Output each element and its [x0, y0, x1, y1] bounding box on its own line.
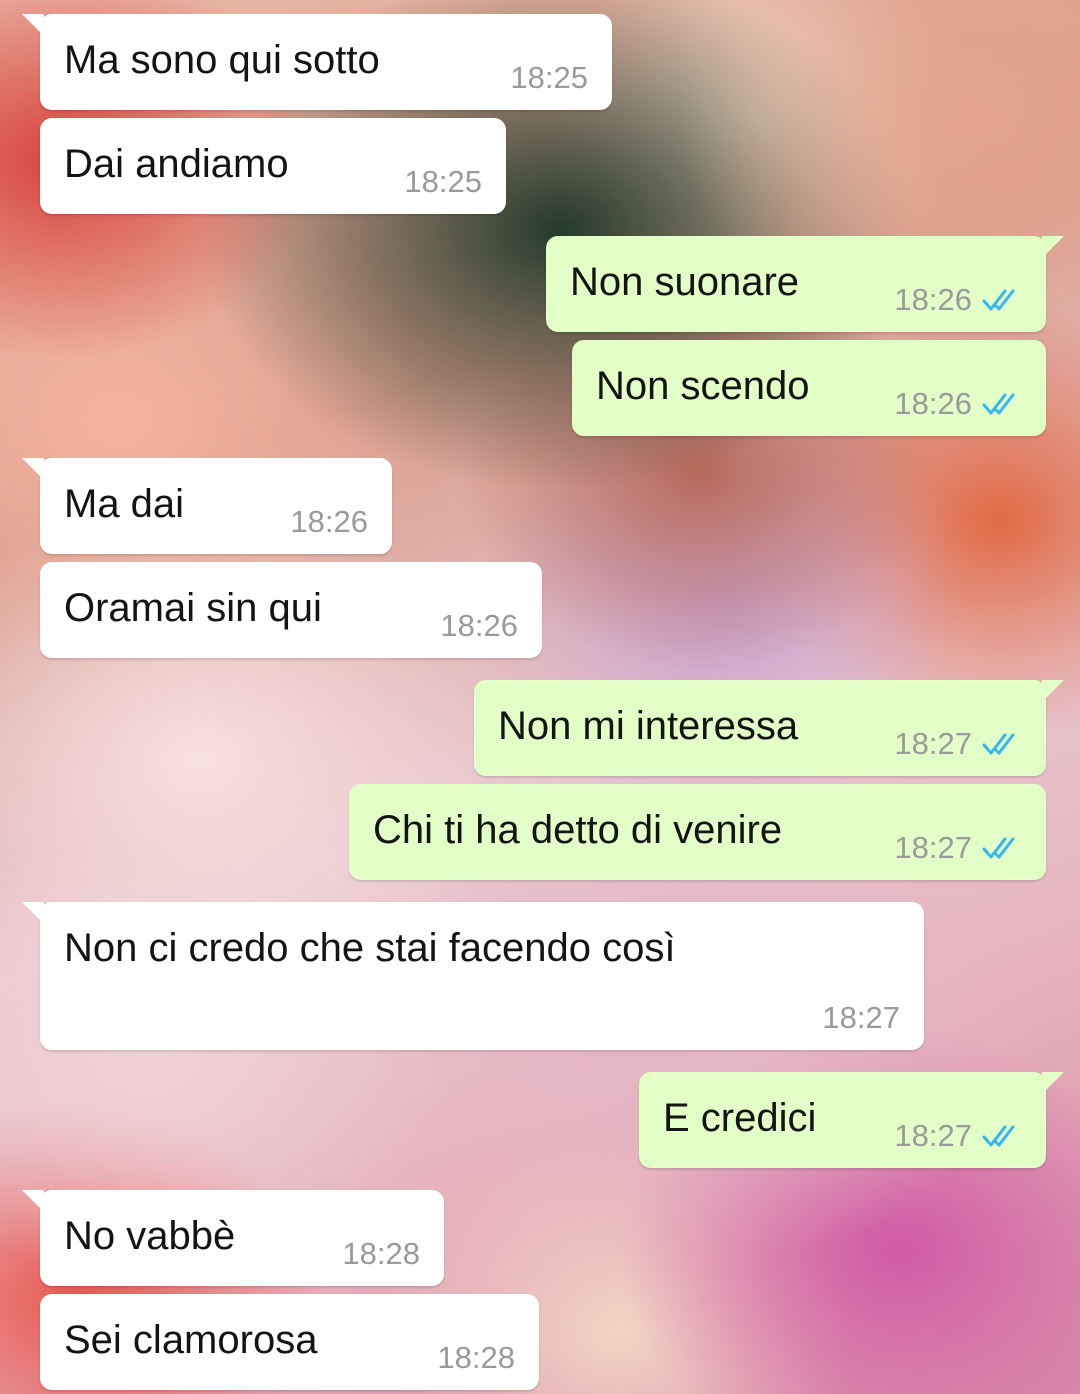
message-meta: 18:27 [822, 1000, 900, 1036]
message-time: 18:26 [894, 282, 972, 317]
message-bubble-incoming[interactable]: Ma sono qui sotto 18:25 [22, 14, 612, 110]
message-meta: 18:27 [894, 830, 1022, 866]
message-time: 18:26 [290, 504, 368, 539]
message-meta: 18:28 [342, 1236, 420, 1272]
message-bubble-incoming[interactable]: Sei clamorosa 18:28 [40, 1294, 539, 1390]
message-text: Ma sono qui sotto [64, 38, 380, 82]
message-meta: 18:26 [290, 504, 368, 540]
message-bubble-incoming[interactable]: Oramai sin qui 18:26 [40, 562, 542, 658]
message-bubble-outgoing[interactable]: Chi ti ha detto di venire 18:27 [349, 784, 1046, 880]
message-bubble-outgoing[interactable]: Non suonare 18:26 [546, 236, 1064, 332]
message-bubble-incoming[interactable]: Dai andiamo 18:25 [40, 118, 506, 214]
message-meta: 18:25 [510, 60, 588, 96]
message-meta: 18:26 [894, 282, 1022, 318]
double-check-icon [982, 733, 1015, 755]
message-time: 18:27 [822, 1000, 900, 1035]
double-check-icon [982, 393, 1015, 415]
message-time: 18:27 [894, 830, 972, 865]
message-time: 18:25 [404, 164, 482, 199]
message-time: 18:25 [510, 60, 588, 95]
message-time: 18:28 [342, 1236, 420, 1271]
double-check-icon [982, 837, 1015, 859]
message-time: 18:26 [440, 608, 518, 643]
message-meta: 18:27 [894, 726, 1022, 762]
message-meta: 18:27 [894, 1118, 1022, 1154]
message-text: Non ci credo che stai facendo così [64, 926, 676, 970]
message-meta: 18:26 [894, 386, 1022, 422]
message-bubble-incoming[interactable]: Ma dai 18:26 [22, 458, 392, 554]
message-bubble-outgoing[interactable]: E credici 18:27 [639, 1072, 1064, 1168]
message-bubble-incoming[interactable]: No vabbè 18:28 [22, 1190, 444, 1286]
message-meta: 18:26 [440, 608, 518, 644]
double-check-icon [982, 1125, 1015, 1147]
message-bubble-outgoing[interactable]: Non scendo 18:26 [572, 340, 1046, 436]
double-check-icon [982, 289, 1015, 311]
message-time: 18:28 [437, 1340, 515, 1375]
message-time: 18:27 [894, 726, 972, 761]
message-bubble-outgoing[interactable]: Non mi interessa 18:27 [474, 680, 1064, 776]
message-time: 18:26 [894, 386, 972, 421]
message-bubble-incoming[interactable]: Non ci credo che stai facendo così 18:27 [22, 902, 924, 1050]
message-meta: 18:25 [404, 164, 482, 200]
message-time: 18:27 [894, 1118, 972, 1153]
message-meta: 18:28 [437, 1340, 515, 1376]
